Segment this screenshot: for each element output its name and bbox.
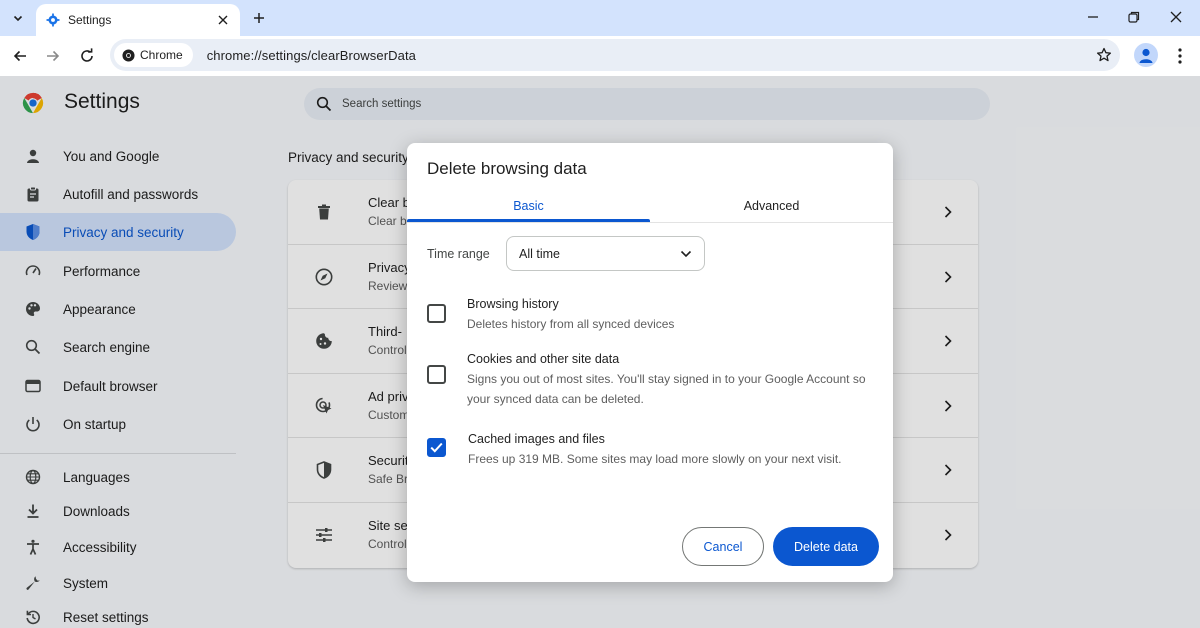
reload-button[interactable]: [76, 45, 98, 67]
cached-images-checkbox[interactable]: [427, 438, 446, 457]
time-range-label: Time range: [427, 247, 490, 261]
chevron-down-icon: [13, 15, 23, 22]
plus-icon: [254, 13, 264, 23]
site-info-chip[interactable]: Chrome: [114, 43, 193, 67]
browser-toolbar: Chrome chrome://settings/clearBrowserDat…: [0, 36, 1200, 76]
browsing-history-checkbox[interactable]: [427, 304, 446, 323]
time-range-select[interactable]: All time: [506, 236, 705, 271]
cached-images-title: Cached images and files: [468, 432, 605, 446]
tab-advanced[interactable]: Advanced: [650, 191, 893, 221]
cookies-checkbox[interactable]: [427, 365, 446, 384]
forward-button[interactable]: [42, 45, 64, 67]
cookies-description: Signs you out of most sites. You'll stay…: [467, 372, 866, 406]
browser-tab-settings[interactable]: Settings: [36, 4, 240, 36]
star-icon: [1096, 47, 1112, 62]
delete-browsing-data-dialog: Delete browsing data Basic Advanced Time…: [407, 143, 893, 582]
tab-close-button[interactable]: [216, 13, 230, 27]
profile-avatar-button[interactable]: [1134, 43, 1158, 67]
tab-strip: Settings: [0, 0, 1200, 36]
tab-basic[interactable]: Basic: [407, 191, 650, 221]
bookmark-star-button[interactable]: [1094, 45, 1114, 65]
time-range-value: All time: [519, 246, 560, 261]
dialog-title: Delete browsing data: [427, 159, 587, 178]
tab-search-button[interactable]: [7, 7, 29, 29]
chrome-menu-button[interactable]: [1172, 45, 1188, 67]
restore-icon: [1128, 11, 1140, 23]
arrow-right-icon: [47, 50, 60, 62]
close-icon: [218, 15, 228, 25]
checkmark-icon: [430, 442, 443, 453]
restore-button[interactable]: [1122, 6, 1146, 28]
settings-gear-icon: [46, 13, 60, 27]
minimize-button[interactable]: [1081, 6, 1105, 28]
cancel-button[interactable]: Cancel: [682, 527, 764, 566]
new-tab-button[interactable]: [249, 8, 269, 28]
more-vert-icon: [1178, 48, 1182, 64]
chevron-down-icon: [680, 250, 692, 257]
back-button[interactable]: [9, 45, 31, 67]
address-bar[interactable]: Chrome chrome://settings/clearBrowserDat…: [110, 39, 1120, 71]
close-icon: [1170, 11, 1182, 23]
url-text[interactable]: chrome://settings/clearBrowserData: [207, 48, 1094, 63]
close-window-button[interactable]: [1164, 6, 1188, 28]
minimize-icon: [1088, 16, 1098, 18]
chip-label: Chrome: [140, 48, 183, 62]
chrome-logo-icon: [122, 48, 135, 62]
tab-title: Settings: [68, 13, 112, 27]
cached-images-description: Frees up 319 MB. Some sites may load mor…: [468, 452, 842, 466]
tab-divider: [407, 222, 893, 223]
arrow-left-icon: [13, 50, 26, 62]
cookies-title: Cookies and other site data: [467, 352, 620, 366]
delete-data-button[interactable]: Delete data: [773, 527, 879, 566]
avatar-icon: [1139, 48, 1153, 63]
browsing-history-title: Browsing history: [467, 297, 559, 311]
browsing-history-description: Deletes history from all synced devices: [467, 317, 675, 331]
reload-icon: [81, 48, 93, 62]
